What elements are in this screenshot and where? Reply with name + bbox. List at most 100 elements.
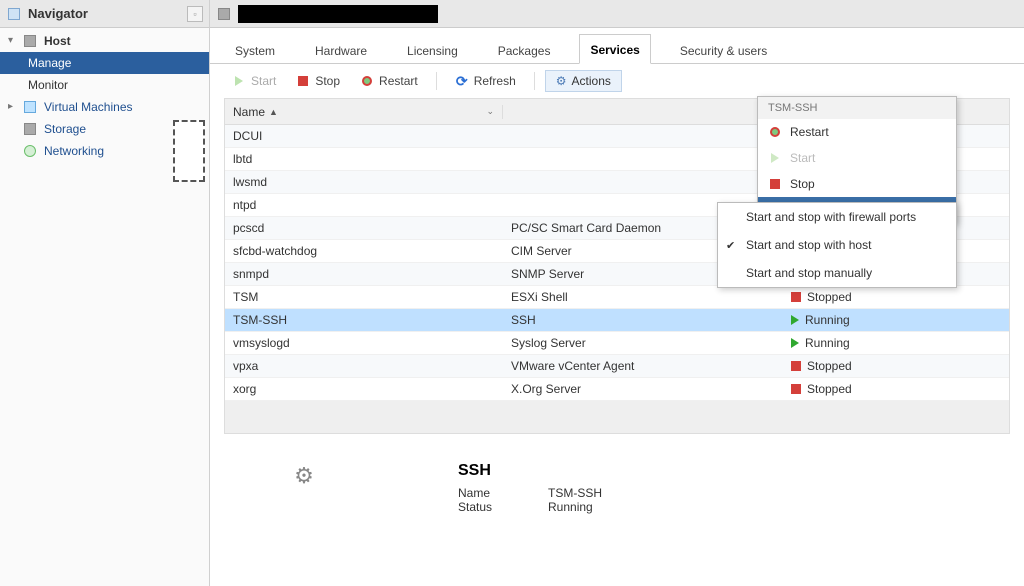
navigator-sidebar: Navigator ▫ ▾ Host Manage Monitor ▸ Virt… bbox=[0, 0, 210, 586]
manage-label: Manage bbox=[28, 56, 71, 70]
restart-icon bbox=[360, 74, 374, 88]
drop-target-placeholder bbox=[173, 120, 205, 182]
cell-name: lbtd bbox=[225, 152, 503, 166]
expand-toggle-icon[interactable]: ▸ bbox=[8, 102, 18, 112]
table-footer bbox=[225, 401, 1009, 433]
gear-icon: ⚙ bbox=[556, 74, 567, 88]
cell-name: TSM bbox=[225, 290, 503, 304]
vms-label: Virtual Machines bbox=[44, 100, 133, 114]
navigator-title: Navigator bbox=[28, 6, 88, 21]
detail-name-value: TSM-SSH bbox=[548, 486, 602, 500]
table-row[interactable]: TSM-SSHSSHRunning bbox=[225, 309, 1009, 332]
cell-desc: ESXi Shell bbox=[503, 290, 783, 304]
cell-name: vmsyslogd bbox=[225, 336, 503, 350]
tree-monitor[interactable]: Monitor bbox=[0, 74, 209, 96]
monitor-label: Monitor bbox=[28, 78, 68, 92]
tree-vms[interactable]: ▸ Virtual Machines bbox=[0, 96, 209, 118]
running-icon bbox=[791, 338, 799, 348]
start-button[interactable]: Start bbox=[224, 71, 284, 91]
detail-status-value: Running bbox=[548, 500, 593, 514]
col-desc[interactable]: ⌄ bbox=[503, 106, 783, 117]
expand-toggle-icon[interactable]: ▾ bbox=[8, 36, 18, 46]
detail-status-key: Status bbox=[458, 500, 518, 514]
submenu-with-host[interactable]: ✔ Start and stop with host bbox=[718, 231, 956, 259]
tree-manage[interactable]: Manage bbox=[0, 52, 209, 74]
stopped-icon bbox=[791, 292, 801, 302]
cell-status: Stopped bbox=[783, 359, 1009, 373]
gear-icon: ⚙ bbox=[290, 462, 318, 490]
tab-security[interactable]: Security & users bbox=[669, 35, 778, 64]
cell-status: Stopped bbox=[783, 290, 1009, 304]
cell-name: xorg bbox=[225, 382, 503, 396]
cell-name: DCUI bbox=[225, 129, 503, 143]
collapse-panel-button[interactable]: ▫ bbox=[187, 6, 203, 22]
toolbar: Start Stop Restart ⟳ Refresh ⚙ Actions bbox=[210, 64, 1024, 98]
cell-name: vpxa bbox=[225, 359, 503, 373]
server-icon bbox=[216, 6, 232, 22]
cell-status: Stopped bbox=[783, 382, 1009, 396]
menu-start: Start bbox=[758, 145, 956, 171]
host-icon bbox=[22, 33, 38, 49]
storage-label: Storage bbox=[44, 122, 86, 136]
table-row[interactable]: vpxaVMware vCenter AgentStopped bbox=[225, 355, 1009, 378]
cell-name: lwsmd bbox=[225, 175, 503, 189]
tab-packages[interactable]: Packages bbox=[487, 35, 562, 64]
tree-host[interactable]: ▾ Host bbox=[0, 30, 209, 52]
main-panel: System Hardware Licensing Packages Servi… bbox=[210, 0, 1024, 586]
chevron-down-icon[interactable]: ⌄ bbox=[486, 106, 494, 117]
col-name[interactable]: Name ▲ ⌄ bbox=[225, 105, 503, 119]
submenu-manually[interactable]: Start and stop manually bbox=[718, 259, 956, 287]
tabs: System Hardware Licensing Packages Servi… bbox=[210, 28, 1024, 64]
cell-name: TSM-SSH bbox=[225, 313, 503, 327]
table-row[interactable]: vmsyslogdSyslog ServerRunning bbox=[225, 332, 1009, 355]
refresh-button[interactable]: ⟳ Refresh bbox=[447, 71, 524, 91]
cell-desc: X.Org Server bbox=[503, 382, 783, 396]
stop-icon bbox=[768, 177, 782, 191]
restart-button[interactable]: Restart bbox=[352, 71, 426, 91]
refresh-icon: ⟳ bbox=[455, 74, 469, 88]
menu-restart[interactable]: Restart bbox=[758, 119, 956, 145]
cell-desc: Syslog Server bbox=[503, 336, 783, 350]
policy-submenu: Start and stop with firewall ports ✔ Sta… bbox=[717, 202, 957, 288]
play-icon bbox=[232, 74, 246, 88]
cell-name: pcscd bbox=[225, 221, 503, 235]
submenu-firewall-ports[interactable]: Start and stop with firewall ports bbox=[718, 203, 956, 231]
networking-label: Networking bbox=[44, 144, 104, 158]
sort-asc-icon: ▲ bbox=[269, 107, 278, 117]
stopped-icon bbox=[791, 384, 801, 394]
tab-licensing[interactable]: Licensing bbox=[396, 35, 469, 64]
play-icon bbox=[768, 151, 782, 165]
cell-name: snmpd bbox=[225, 267, 503, 281]
stopped-icon bbox=[791, 361, 801, 371]
tab-services[interactable]: Services bbox=[579, 34, 650, 64]
actions-button[interactable]: ⚙ Actions bbox=[545, 70, 622, 92]
menu-stop[interactable]: Stop bbox=[758, 171, 956, 197]
cell-desc: SSH bbox=[503, 313, 783, 327]
menu-header: TSM-SSH bbox=[758, 97, 956, 119]
cell-status: Running bbox=[783, 313, 1009, 327]
cell-name: ntpd bbox=[225, 198, 503, 212]
tab-hardware[interactable]: Hardware bbox=[304, 35, 378, 64]
stop-icon bbox=[296, 74, 310, 88]
host-label: Host bbox=[44, 34, 71, 48]
navigator-header: Navigator ▫ bbox=[0, 0, 209, 28]
tab-system[interactable]: System bbox=[224, 35, 286, 64]
networking-icon bbox=[22, 143, 38, 159]
titlebar bbox=[210, 0, 1024, 28]
table-row[interactable]: TSMESXi ShellStopped bbox=[225, 286, 1009, 309]
table-row[interactable]: xorgX.Org ServerStopped bbox=[225, 378, 1009, 401]
storage-icon bbox=[22, 121, 38, 137]
restart-icon bbox=[768, 125, 782, 139]
vm-icon bbox=[22, 99, 38, 115]
host-name-redacted bbox=[238, 5, 438, 23]
navigator-icon bbox=[6, 6, 22, 22]
detail-title: SSH bbox=[458, 462, 602, 480]
stop-button[interactable]: Stop bbox=[288, 71, 348, 91]
cell-desc: VMware vCenter Agent bbox=[503, 359, 783, 373]
check-icon: ✔ bbox=[726, 239, 735, 252]
detail-name-key: Name bbox=[458, 486, 518, 500]
separator bbox=[534, 72, 535, 90]
service-details: ⚙ SSH Name TSM-SSH Status Running bbox=[210, 434, 1024, 514]
separator bbox=[436, 72, 437, 90]
cell-status: Running bbox=[783, 336, 1009, 350]
